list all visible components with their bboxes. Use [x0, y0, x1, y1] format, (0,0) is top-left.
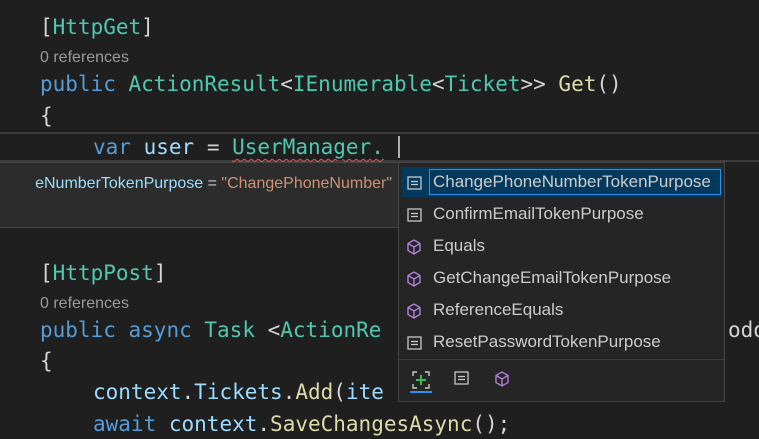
completion-item-equals[interactable]: Equals [401, 231, 722, 261]
completion-item-getchangeemailtokenpurpose[interactable]: GetChangeEmailTokenPurpose [401, 263, 722, 293]
identifier-item: ite [345, 380, 384, 404]
field-filter-icon [454, 371, 469, 385]
field-icon [407, 207, 423, 227]
code-line-tickets-add: context.Tickets.Add(ite [93, 380, 384, 404]
completion-filter-bar [399, 359, 724, 402]
method-icon [407, 271, 423, 292]
method-filter-button[interactable] [490, 366, 518, 394]
code-line-open-brace: { [40, 349, 53, 373]
identifier-tickets: Tickets [194, 380, 283, 404]
field-icon [407, 335, 423, 355]
httpget-attribute: HttpGet [52, 15, 142, 39]
keyword-var: var [93, 135, 131, 159]
expand-icon [412, 371, 430, 389]
httppost-attribute: HttpPost [52, 261, 154, 285]
completion-item-confirmemailtokenpurpose[interactable]: ConfirmEmailTokenPurpose [401, 199, 722, 229]
keyword-async: async [128, 318, 192, 342]
expand-suggestions-button[interactable] [407, 366, 435, 394]
field-icon [407, 175, 423, 195]
intellisense-completion-list[interactable]: ChangePhoneNumberTokenPurpose ConfirmEma… [398, 162, 725, 402]
method-get: Get [558, 72, 597, 96]
identifier-context: context [93, 380, 182, 404]
completion-item-changephonenumbertokenpurpose[interactable]: ChangePhoneNumberTokenPurpose [401, 167, 722, 197]
code-line-var-user[interactable]: var user = UserManager. [93, 132, 384, 162]
keyword-public: public [40, 318, 116, 342]
code-line-post-signature: public async Task <ActionRe [40, 318, 382, 342]
method-savechangesasync: SaveChangesAsync [270, 412, 473, 436]
type-actionresult: ActionResult [128, 72, 281, 96]
code-line-open-brace: { [40, 104, 53, 128]
method-icon [407, 303, 423, 324]
type-actionresult: ActionRe [280, 318, 382, 342]
method-icon [407, 239, 423, 260]
variable-user: user [143, 135, 195, 159]
code-line-httppost: [HttpPost] [40, 261, 167, 285]
text-cursor [398, 136, 400, 158]
code-line-get-signature: public ActionResult<IEnumerable<Ticket>>… [40, 72, 622, 96]
type-ticket: Ticket [444, 72, 521, 96]
identifier-context: context [168, 412, 258, 436]
completion-item-referenceequals[interactable]: ReferenceEquals [401, 295, 722, 325]
references-codelens[interactable]: 0 references [40, 294, 129, 314]
field-filter-button[interactable] [449, 366, 477, 394]
code-line-post-signature-tail: odo [728, 318, 759, 342]
keyword-await: await [93, 412, 157, 436]
completion-item-resetpasswordtokenpurpose[interactable]: ResetPasswordTokenPurpose [401, 327, 722, 357]
references-codelens[interactable]: 0 references [40, 48, 129, 68]
method-filter-icon [495, 371, 509, 387]
method-add: Add [295, 380, 334, 404]
code-line-httpget: [HttpGet] [40, 15, 154, 39]
type-ienumerable: IEnumerable [292, 72, 432, 96]
quick-info-tooltip: eNumberTokenPurpose = "ChangePhoneNumber… [0, 162, 398, 228]
quick-info-text: eNumberTokenPurpose = "ChangePhoneNumber… [35, 175, 392, 192]
type-task: Task [204, 318, 255, 342]
type-usermanager-error: UserManager. [232, 135, 384, 159]
keyword-public: public [40, 72, 116, 96]
